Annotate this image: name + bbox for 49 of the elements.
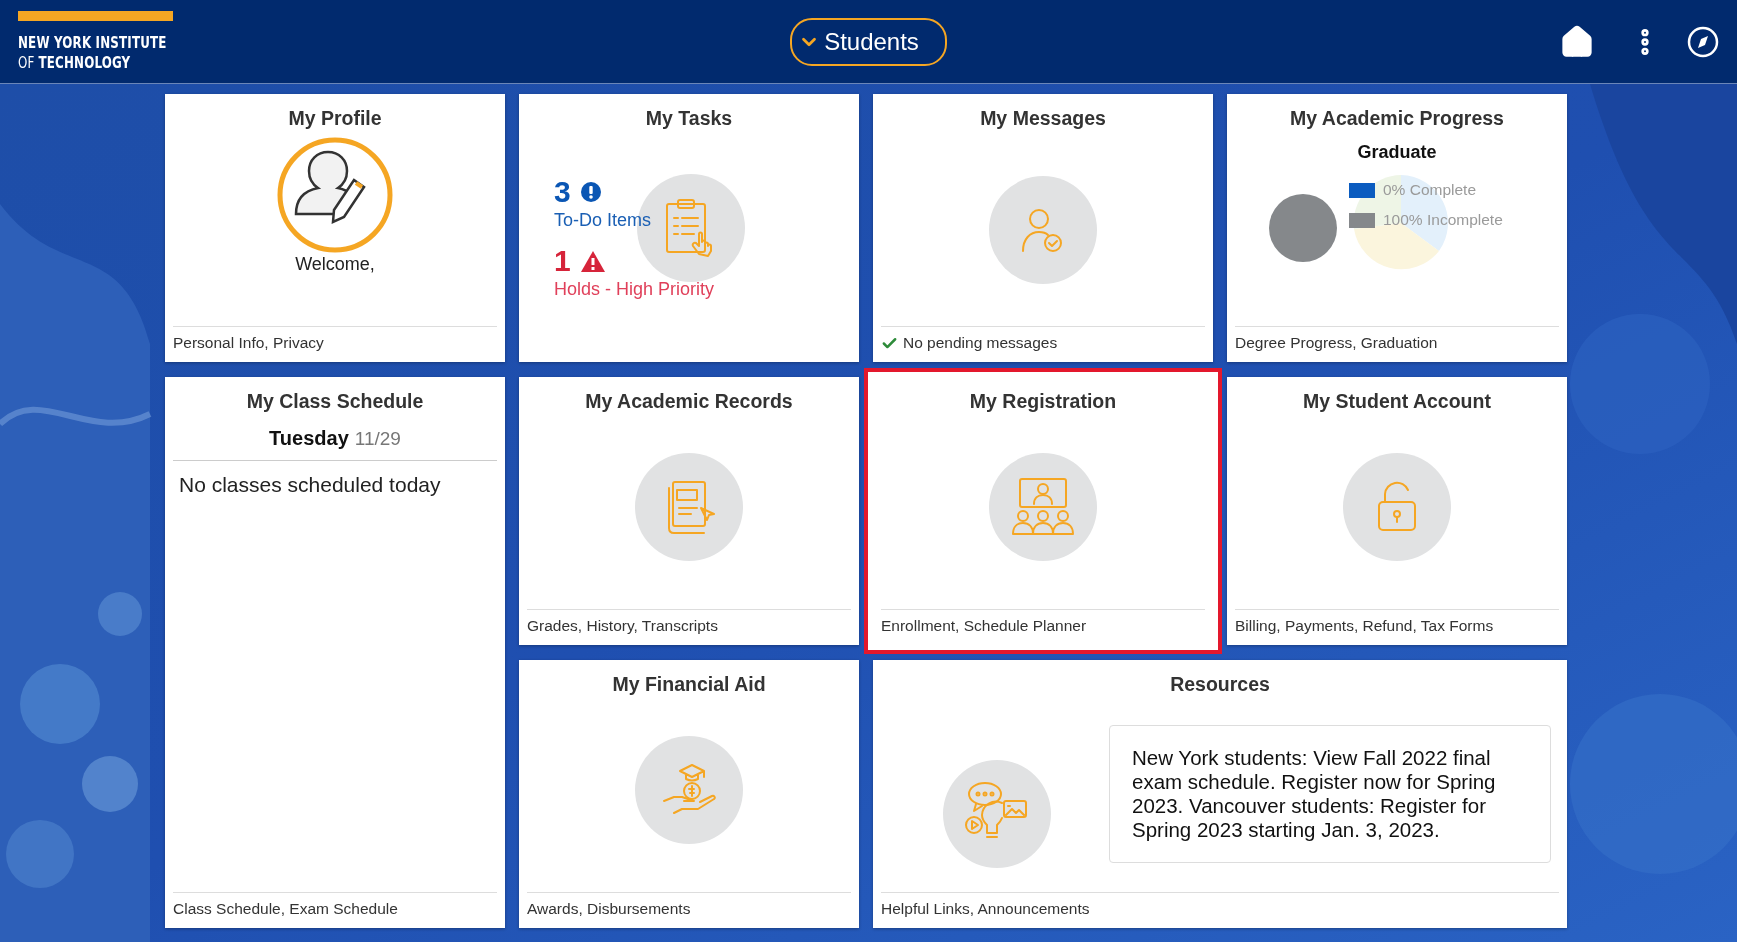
- date-label: 11/29: [354, 428, 401, 450]
- welcome-text: Welcome,: [295, 254, 375, 275]
- tile-footer-text: Grades, History, Transcripts: [527, 617, 718, 635]
- tile-title: My Class Schedule: [245, 389, 425, 413]
- tile-card[interactable]: My Profile Welcome, Personal Info, Privacy: [165, 94, 505, 362]
- tile-footer-text: Awards, Disbursements: [527, 900, 691, 918]
- tile-title: My Academic Records: [584, 389, 794, 413]
- tile-footer-text: Billing, Payments, Refund, Tax Forms: [1235, 617, 1494, 635]
- tile-card[interactable]: My Academic Progress Graduate 0% Complete 100% Incomplete Degree Progress, Graduation: [1227, 94, 1567, 362]
- tile-title: My Messages: [979, 106, 1107, 130]
- tile-footer-text: Helpful Links, Announcements: [881, 900, 1090, 918]
- legend-label: 100% Incomplete: [1383, 211, 1503, 229]
- tile-card[interactable]: My Financial Aid Awards, Disbursements: [519, 660, 859, 928]
- announcement-text: New York students: View Fall 2022 final exam schedule. Register now for Spring 2023. Vancouver students: Register for Spring 2023 starting Jan. 3, 2023.: [1109, 725, 1551, 863]
- tile-title: My Student Account: [1302, 389, 1492, 413]
- todo-count: 3: [554, 176, 571, 208]
- tile-card[interactable]: My Tasks 3 To-Do Items 1 Holds - High Priority: [519, 94, 859, 362]
- tile-card[interactable]: Resources New York students: View Fall 2022 final exam schedule. Register now for Spring 2023. Vancouver students: Register for Spring 2023 starting Jan. 3, 2023. Helpful Links, Announcements: [873, 660, 1567, 928]
- todo-link[interactable]: To-Do Items: [554, 210, 859, 231]
- padlock-icon: [1375, 480, 1419, 534]
- tile-footer-text: Degree Progress, Graduation: [1235, 334, 1438, 352]
- warning-icon: [580, 250, 605, 272]
- tile-footer-text: Class Schedule, Exam Schedule: [173, 900, 398, 918]
- holds-link[interactable]: Holds - High Priority: [554, 279, 859, 300]
- students-menu-button[interactable]: Students: [790, 17, 947, 66]
- schedule-message: No classes scheduled today: [178, 473, 442, 497]
- tile-title: My Registration: [968, 389, 1118, 413]
- tile-title: My Academic Progress: [1289, 106, 1505, 130]
- tile-title: Resources: [1169, 672, 1271, 696]
- tile-card[interactable]: My Messages No pending messages: [873, 94, 1213, 362]
- tile-card[interactable]: My Student Account Billing, Payments, Refund, Tax Forms: [1227, 377, 1567, 645]
- logo[interactable]: NEW YORK INSTITUTE OF TECHNOLOGY: [18, 10, 178, 73]
- tile-footer-text: No pending messages: [903, 334, 1058, 352]
- compass-icon[interactable]: [1687, 25, 1719, 58]
- pie-slice: [1269, 194, 1337, 262]
- legend-label: 0% Complete: [1383, 181, 1477, 199]
- tile-card[interactable]: My Class Schedule Tuesday 11/29 No classes scheduled today Class Schedule, Exam Schedule: [165, 377, 505, 928]
- chart-title: Graduate: [1357, 142, 1437, 163]
- tile-footer-text: Personal Info, Privacy: [173, 334, 324, 352]
- home-icon[interactable]: [1559, 23, 1595, 60]
- tile-title: My Tasks: [644, 106, 734, 130]
- tile-title: My Financial Aid: [611, 672, 767, 696]
- tile-card[interactable]: My Academic Records Grades, History, Transcripts: [519, 377, 859, 645]
- tile-footer-text: Enrollment, Schedule Planner: [881, 617, 1087, 635]
- avatar-edit-icon[interactable]: [276, 136, 394, 254]
- day-label: Tuesday: [269, 427, 349, 450]
- info-icon: [580, 182, 601, 202]
- tile-title: My Profile: [287, 106, 383, 130]
- holds-count: 1: [554, 245, 571, 277]
